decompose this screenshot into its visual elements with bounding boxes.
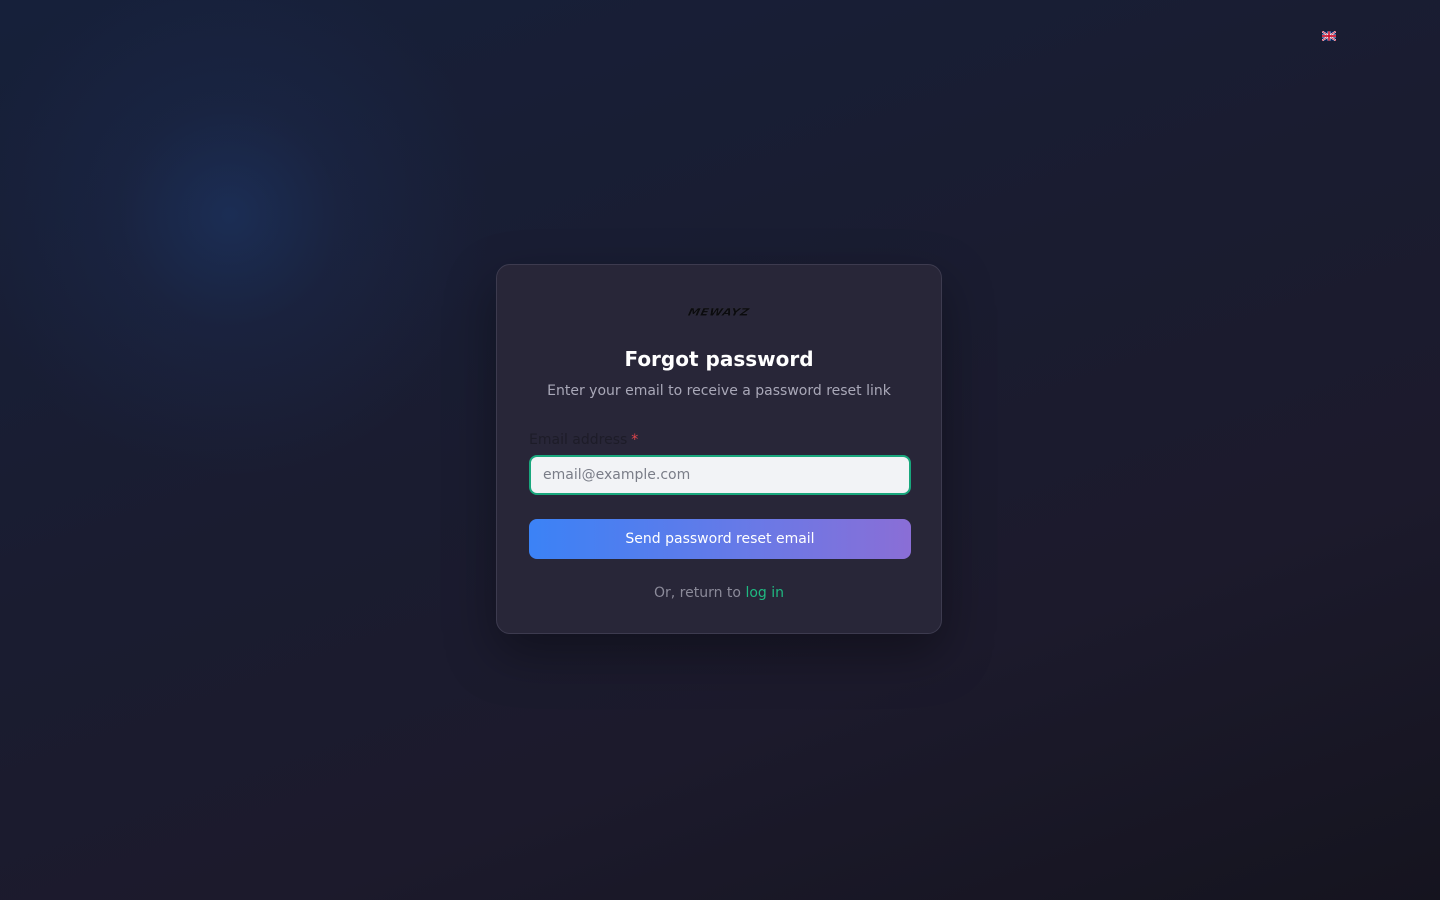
required-marker: *	[631, 432, 639, 448]
forgot-password-card: MEWAYZ Forgot password Enter your email …	[496, 264, 942, 634]
page-title: Forgot password	[624, 347, 814, 371]
uk-flag-icon	[1322, 31, 1336, 41]
email-label-text: Email address	[529, 432, 628, 448]
logo-text: MEWAYZ	[687, 306, 752, 319]
email-label: Email address *	[529, 432, 638, 448]
send-reset-email-button[interactable]: Send password reset email	[529, 519, 911, 559]
logo: MEWAYZ	[497, 305, 941, 321]
return-prefix: Or, return to	[653, 585, 741, 601]
return-to-login-row: Or, return to log in	[497, 585, 941, 601]
language-switcher[interactable]	[1318, 28, 1340, 44]
page-subtitle: Enter your email to receive a password r…	[547, 383, 891, 399]
login-link[interactable]: log in	[745, 585, 784, 601]
email-field[interactable]	[529, 455, 911, 495]
